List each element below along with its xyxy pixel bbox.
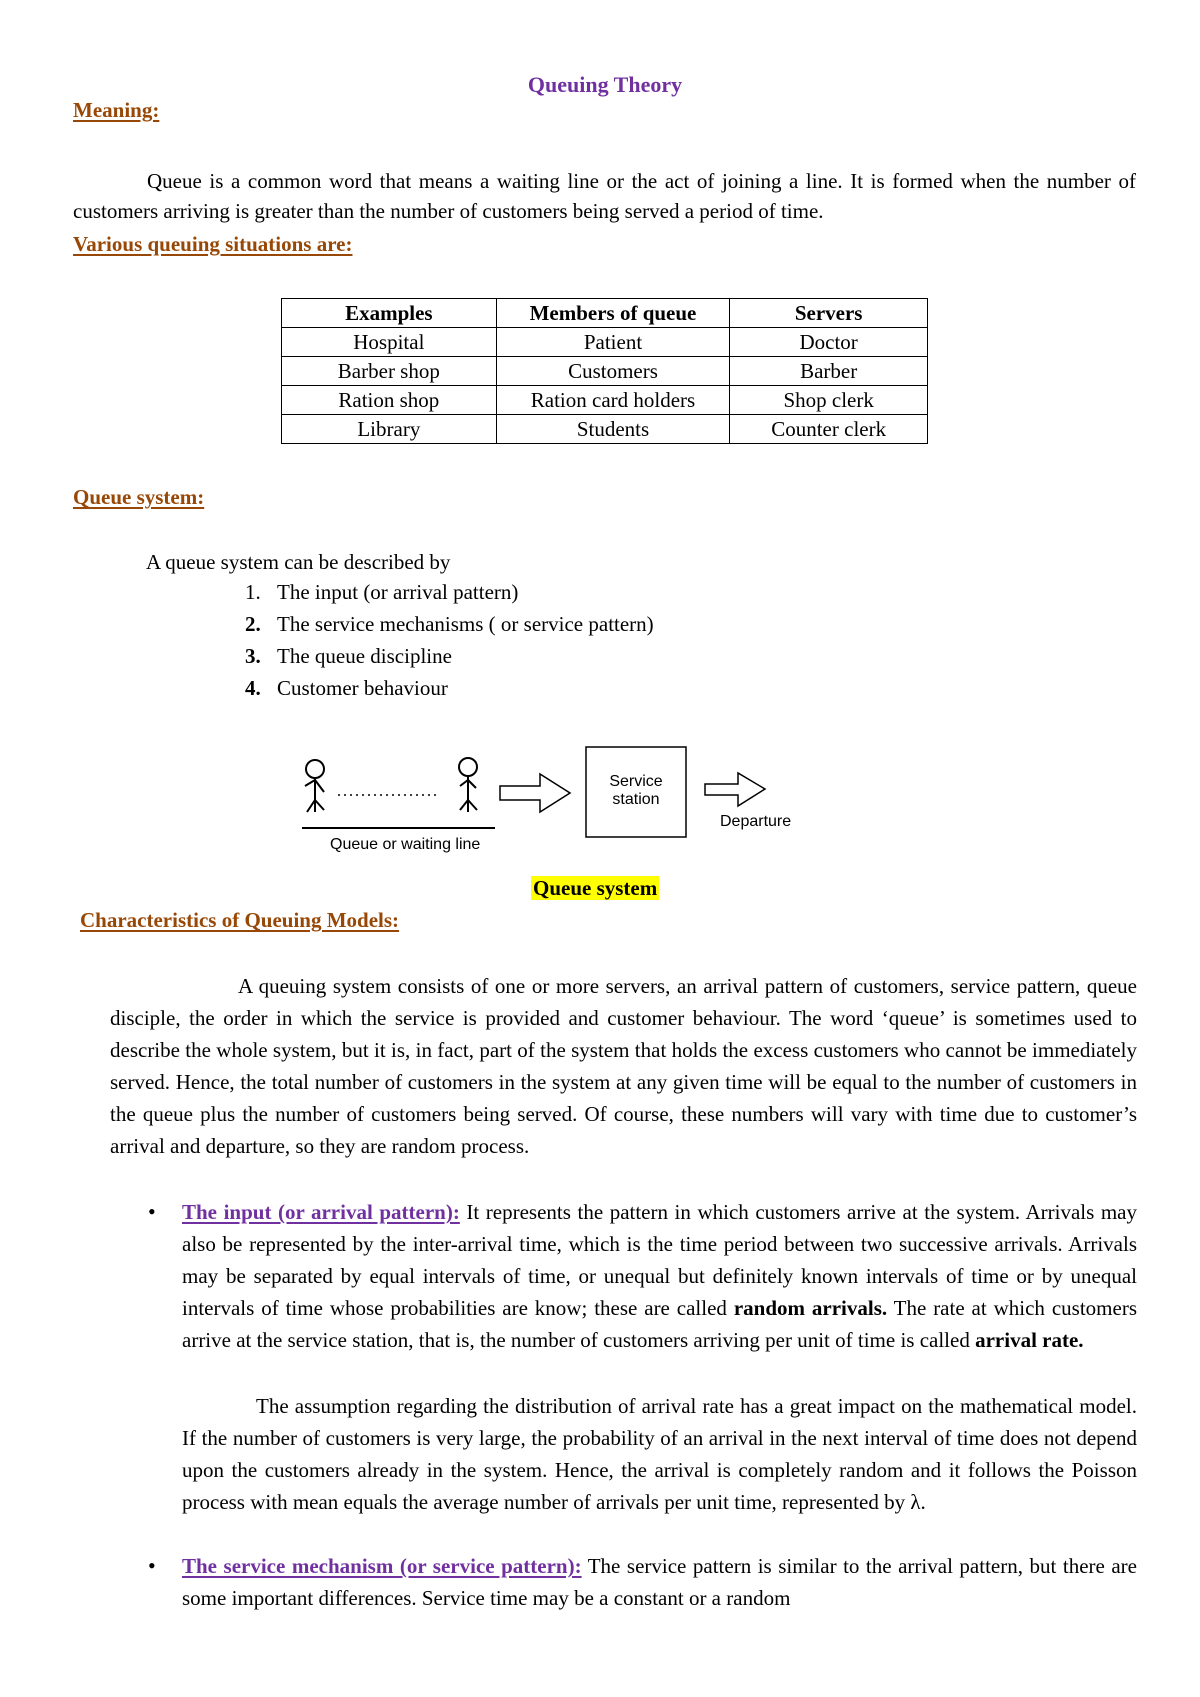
service-station-label: Service station [586,773,686,809]
list-item: 4. Customer behaviour [245,672,654,704]
table-row: Hospital Patient Doctor [281,327,928,357]
queue-line-label: Queue or waiting line [330,836,481,853]
list-number: 1. [245,580,261,604]
bullet-heading: The input (or arrival pattern): [182,1200,460,1224]
queue-system-intro: A queue system can be described by [146,550,451,574]
table-row: Barber shop Customers Barber [281,356,928,386]
meaning-heading: Meaning: [73,98,160,122]
list-item: 2. The service mechanisms ( or service pa… [245,608,654,640]
person-icon [458,757,478,812]
bullet-icon: • [148,1199,156,1224]
meaning-paragraph: Queue is a common word that means a wait… [73,169,1136,223]
list-item: 1. The input (or arrival pattern) [245,576,654,608]
service-station-label-line2: station [612,791,660,808]
bullet-continuation-paragraph: The assumption regarding the distributio… [182,1394,1137,1514]
table-cell: Students [495,414,731,444]
arrow-right-icon [499,772,572,814]
queue-system-heading: Queue system: [73,485,205,509]
bullet-heading: The service mechanism (or service patter… [182,1554,582,1578]
table-cell: Ration card holders [495,385,731,415]
person-icon [304,759,325,813]
bullet-keyword: random arrivals. [733,1296,888,1320]
table-cell: Customers [495,356,731,386]
table-header-cell: Examples [281,298,497,328]
list-number: 3. [245,644,261,668]
list-text: The input (or arrival pattern) [277,580,519,604]
queue-system-list: 1. The input (or arrival pattern) 2. The s… [245,576,654,704]
diagram-caption-wrapper: Queue system [531,876,660,901]
situations-heading: Various queuing situations are: [73,232,353,256]
table-cell: Counter clerk [729,414,928,444]
table-row: Library Students Counter clerk [281,414,928,444]
table-cell: Hospital [281,327,497,357]
characteristics-paragraph: A queuing system consists of one or more… [110,974,1137,1158]
table-cell: Ration shop [281,385,497,415]
queue-system-diagram: Service station Departure Queue or waiti… [280,730,880,860]
departure-label: Departure [720,813,792,830]
diagram-caption: Queue system [531,876,660,900]
list-text: The service mechanisms ( or service patt… [277,612,654,636]
list-item: 3. The queue discipline [245,640,654,672]
table-header-row: Examples Members of queue Servers [281,298,928,328]
characteristics-heading: Characteristics of Queuing Models: [80,908,400,932]
list-number: 2. [245,612,261,636]
bullet-icon: • [148,1553,156,1578]
list-text: Customer behaviour [277,676,448,700]
arrow-right-icon [704,771,767,808]
table-header-cell: Servers [729,298,928,328]
document-title: Queuing Theory [527,72,683,97]
situations-table: Examples Members of queue Servers Hospit… [281,298,928,444]
table-cell: Doctor [729,327,928,357]
table-row: Ration shop Ration card holders Shop cle… [281,385,928,415]
table-header-cell: Members of queue [495,298,731,328]
table-cell: Barber [729,356,928,386]
bullet-keyword: arrival rate. [975,1328,1084,1352]
table-cell: Barber shop [281,356,497,386]
bullet-item-service: • The service mechanism (or service patt… [148,1550,1137,1614]
table-cell: Library [281,414,497,444]
service-station-label-line1: Service [609,773,663,790]
list-number: 4. [245,676,261,700]
bullet-item-arrival: • The input (or arrival pattern): It rep… [148,1196,1137,1356]
table-cell: Patient [495,327,731,357]
list-text: The queue discipline [277,644,452,668]
table-cell: Shop clerk [729,385,928,415]
